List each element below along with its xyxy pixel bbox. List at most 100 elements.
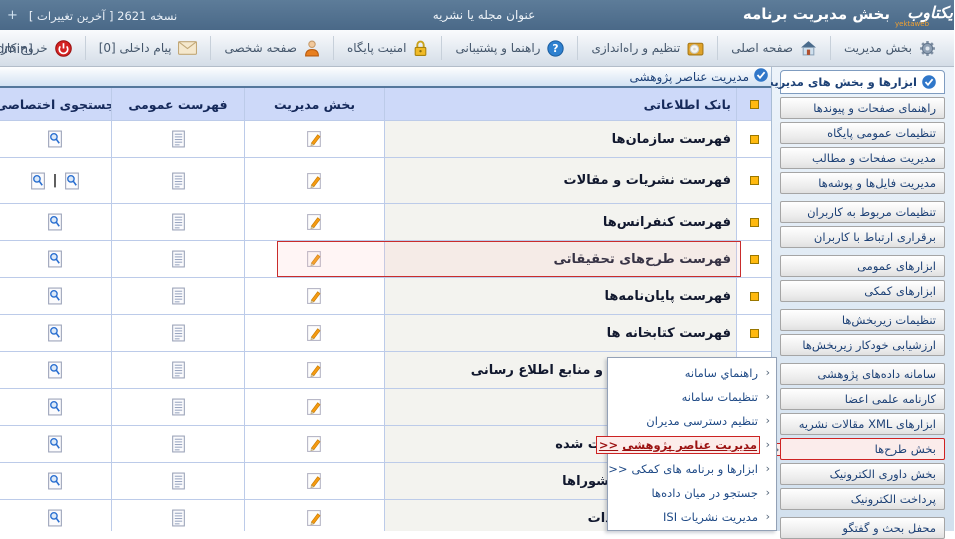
search-icon[interactable] [31,172,47,190]
popup-menu-item-6[interactable]: ‹ مدیریت نشریات ISI [609,505,777,529]
doc-icon[interactable] [172,435,187,453]
manage-cell [245,463,385,499]
doc-icon[interactable] [172,250,187,268]
popup-item-label: مدیریت عناصر پژوهشی [623,438,758,452]
toolbar: بخش مدیریت صفحه اصلی تنظیم و راه‌اندازی … [0,30,955,67]
search-icon[interactable] [48,472,64,490]
public-list-cell [112,278,245,314]
bullet-cell [737,204,772,240]
popup-menu-item-4[interactable]: ‹ ابزارها و برنامه های کمکی>> [609,457,777,481]
sidebar-item-7[interactable]: ابزارهای عمومی [781,255,946,277]
pencil-icon[interactable] [307,213,324,231]
sidebar-item-1[interactable]: راهنمای صفحات و پیوندها [781,97,946,119]
sidebar-item-label: سامانه داده‌های پژوهشی [818,367,937,381]
version-text[interactable]: نسخه 2621 [ آخرین تغییرات ] [30,9,178,23]
sidebar-item-17[interactable]: محفل بحث و گفتگو ‹ [781,517,946,539]
sidebar-item-6[interactable]: برقراری ارتباط با کاربران [781,226,946,248]
doc-icon[interactable] [172,172,187,190]
toolbar-button-help[interactable]: ? راهنما و پشتیبانی [442,36,578,60]
search-icon[interactable] [48,287,64,305]
doc-icon[interactable] [172,398,187,416]
sidebar-item-14[interactable]: بخش طرح‌ها ‹ [781,438,946,460]
public-list-cell [112,389,245,425]
popup-menu-item-0[interactable]: ‹ راهنماي سامانه [609,361,777,385]
search-icon[interactable] [48,130,64,148]
doc-icon[interactable] [172,287,187,305]
manage-cell [245,121,385,157]
search-icon[interactable] [48,398,64,416]
pencil-icon[interactable] [307,130,324,148]
sidebar-item-11[interactable]: سامانه داده‌های پژوهشی ‹ [781,363,946,385]
toolbar-button-label: صفحه اصلی [732,41,794,55]
doc-icon[interactable] [172,213,187,231]
toolbar-button-lock[interactable]: امنیت پایگاه [334,36,443,60]
sidebar-item-9[interactable]: تنظیمات زیربخش‌ها [781,309,946,331]
setup-icon [688,40,705,56]
column-header-search: جستجوی اختصاصی [0,88,112,120]
pencil-icon[interactable] [307,509,324,527]
bullet-cell [737,88,772,120]
pencil-icon[interactable] [307,250,324,268]
pencil-icon[interactable] [307,361,324,379]
table-header-row: بانک اطلاعاتی بخش مدیریت فهرست عمومی جست… [0,88,772,121]
toolbar-button-home[interactable]: صفحه اصلی [718,36,831,60]
sidebar-item-16[interactable]: پرداخت الکترونیک ‹ [781,488,946,510]
expand-plus-icon[interactable]: + [8,8,19,23]
sidebar-item-label: کارنامه علمی اعضا [846,392,937,406]
pencil-icon[interactable] [307,287,324,305]
sidebar-item-label: بخش داوری الکترونیک [831,467,937,481]
sidebar-item-15[interactable]: بخش داوری الکترونیک ‹ [781,463,946,485]
journal-title: عنوان مجله یا نشریه [395,8,575,22]
search-icon[interactable] [48,361,64,379]
search-icon[interactable] [65,172,81,190]
toolbar-button-mail[interactable]: پیام داخلی [0] [86,36,212,60]
manage-cell [245,241,385,277]
doc-icon[interactable] [172,472,187,490]
search-icon[interactable] [48,509,64,527]
admin-app: { "topbar": { "app_title": "بخش مدیریت ب… [0,0,955,531]
sidebar-item-8[interactable]: ابزارهای کمکی [781,280,946,302]
public-list-cell [112,204,245,240]
table-row-0: فهرست سازمان‌ها [0,121,772,158]
doc-icon[interactable] [172,324,187,342]
sidebar-item-label: ارزشیابی خودکار زیربخش‌ها [803,338,937,352]
popup-menu-item-1[interactable]: ‹ تنظیمات سامانه [609,385,777,409]
popup-menu-item-2[interactable]: ‹ تنظیم دسترسی مدیران [609,409,777,433]
manage-cell [245,158,385,203]
table-row-3: فهرست طرح‌های تحقیقاتی [0,241,772,278]
sidebar-item-label: تنظیمات زیربخش‌ها [843,313,937,327]
pencil-icon[interactable] [307,172,324,190]
sidebar-item-12[interactable]: کارنامه علمی اعضا ‹ [781,388,946,410]
row-label: فهرست نشریات و مقالات [385,158,737,203]
toolbar-button-setup[interactable]: تنظیم و راه‌اندازی [578,36,718,60]
page-title: مدیریت عناصر پژوهشی [631,70,750,84]
sidebar-item-4[interactable]: مدیریت فایل‌ها و پوشه‌ها [781,172,946,194]
chevron-left-icon: ‹ [767,486,771,499]
doc-icon[interactable] [172,509,187,527]
toolbar-button-person[interactable]: صفحه شخصی [211,36,333,60]
sidebar-item-5[interactable]: تنظیمات مربوط به کاربران [781,201,946,223]
pencil-icon[interactable] [307,435,324,453]
search-icon[interactable] [48,324,64,342]
sidebar-item-13[interactable]: ابزارهای XML مقالات نشریه ‹ [781,413,946,435]
sidebar-item-label: مدیریت صفحات و مطالب [813,151,937,165]
home-icon [801,40,818,56]
sidebar-item-0[interactable]: ابزارها و بخش های مدیریت [781,70,946,94]
popup-menu-item-5[interactable]: ‹ جستجو در میان داده‌ها [609,481,777,505]
sidebar-item-2[interactable]: تنظیمات عمومی پایگاه [781,122,946,144]
pencil-icon[interactable] [307,398,324,416]
toolbar-button-gear[interactable]: بخش مدیریت [831,36,950,60]
pencil-icon[interactable] [307,324,324,342]
doc-icon[interactable] [172,130,187,148]
search-icon[interactable] [48,213,64,231]
popup-menu-item-3[interactable]: ‹ مدیریت عناصر پژوهشی>> [609,433,777,457]
search-cell [0,204,112,240]
search-icon[interactable] [48,250,64,268]
sidebar-item-3[interactable]: مدیریت صفحات و مطالب [781,147,946,169]
chevron-left-icon: ‹ [767,390,771,403]
doc-icon[interactable] [172,361,187,379]
bullet-cell [737,121,772,157]
pencil-icon[interactable] [307,472,324,490]
sidebar-item-10[interactable]: ارزشیابی خودکار زیربخش‌ها [781,334,946,356]
search-icon[interactable] [48,435,64,453]
